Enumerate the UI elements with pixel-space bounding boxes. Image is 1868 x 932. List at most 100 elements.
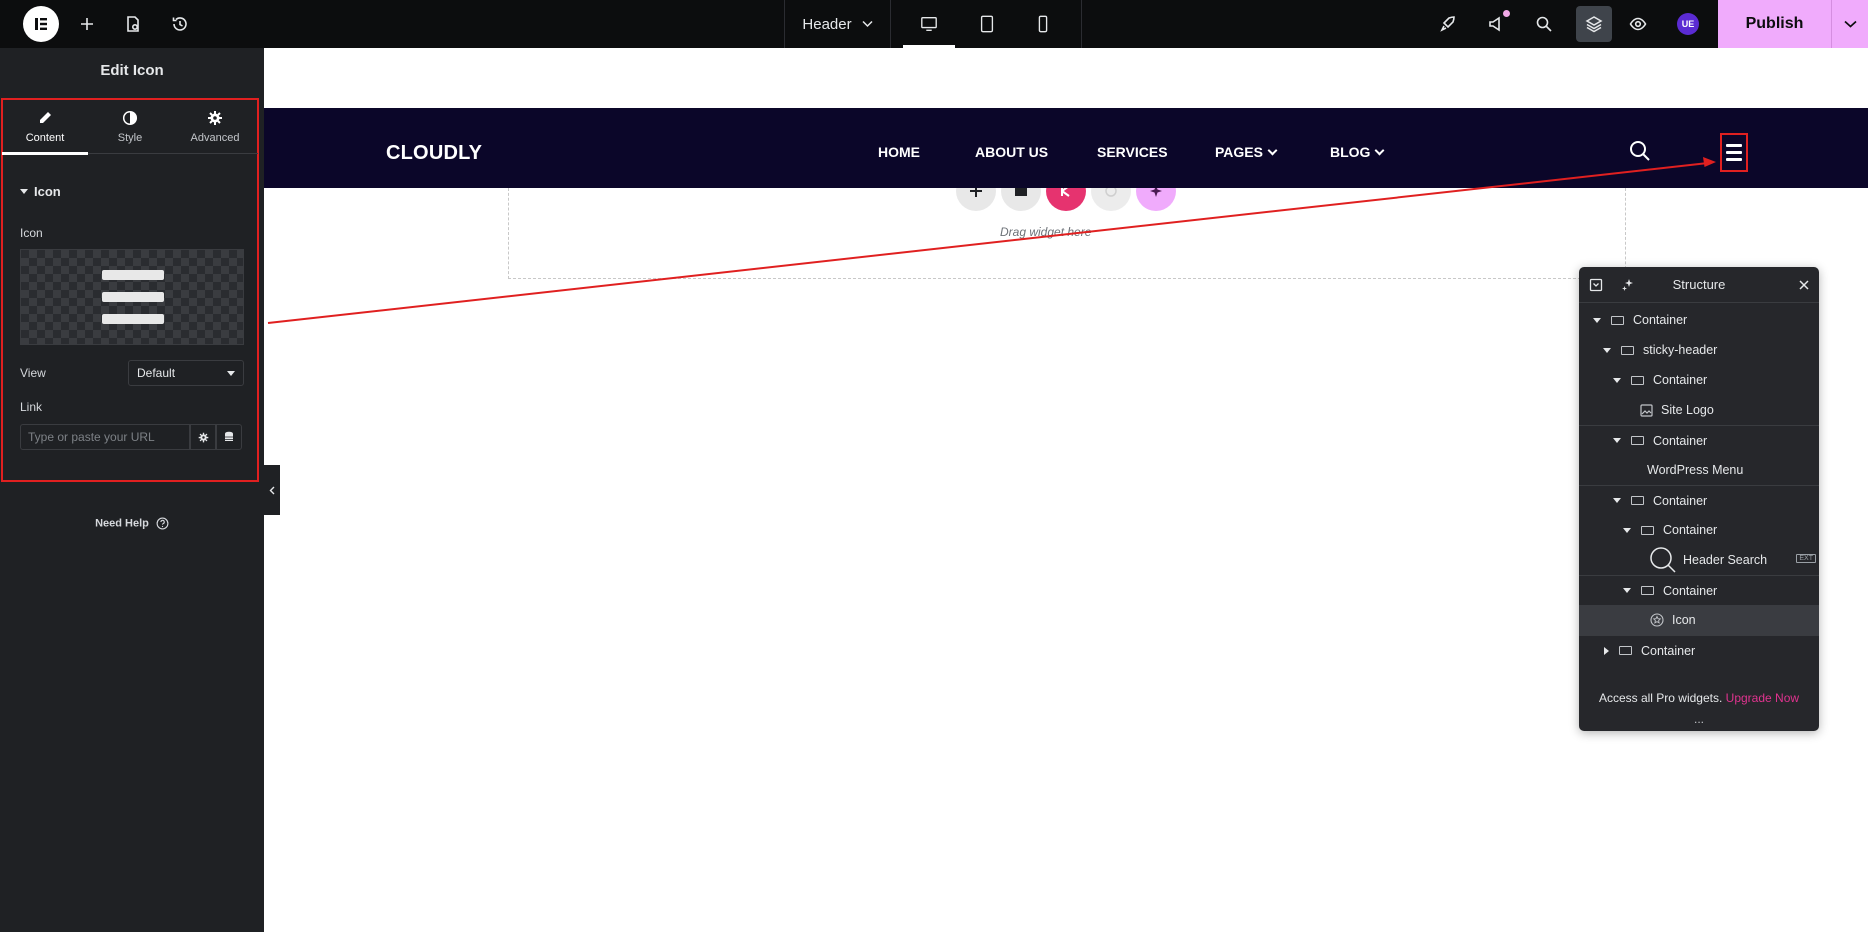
resize-grip[interactable]: ...: [1579, 713, 1819, 725]
caret-down-icon: [1603, 347, 1611, 353]
notification-dot: [1503, 10, 1510, 17]
structure-row-container[interactable]: Container: [1579, 635, 1819, 665]
search-icon[interactable]: [1532, 12, 1556, 36]
view-select[interactable]: Default: [128, 360, 244, 386]
close-icon[interactable]: [1799, 280, 1809, 290]
pro-upsell: Access all Pro widgets. Upgrade Now: [1579, 691, 1819, 705]
structure-row-site-logo[interactable]: Site Logo: [1579, 395, 1819, 425]
structure-row-icon[interactable]: Icon: [1579, 605, 1819, 635]
caret-down-icon: [1613, 377, 1621, 383]
help-icon: [156, 517, 169, 530]
menu-item-label: BLOG: [1330, 144, 1371, 160]
structure-layers-button[interactable]: [1576, 6, 1612, 42]
link-url-input[interactable]: Type or paste your URL: [20, 424, 190, 450]
structure-row-container[interactable]: Container: [1579, 575, 1819, 605]
drop-zone-hint: Drag widget here: [1000, 225, 1092, 239]
ai-sparkle-icon[interactable]: [1621, 278, 1635, 292]
site-logo[interactable]: CLOUDLY: [386, 142, 482, 165]
user-avatar-icon[interactable]: UE: [1677, 13, 1699, 35]
desktop-icon: [921, 17, 937, 31]
menu-item-home[interactable]: HOME: [878, 144, 920, 160]
need-help-link[interactable]: Need Help: [0, 517, 264, 530]
tablet-icon: [980, 15, 994, 33]
search-icon: [1650, 547, 1676, 573]
chevron-down-icon: [1267, 145, 1278, 155]
menu-item-about-us[interactable]: ABOUT US: [975, 144, 1048, 160]
menu-item-pages[interactable]: PAGES: [1215, 144, 1278, 160]
tab-label: Style: [117, 132, 143, 144]
publish-options-button[interactable]: [1831, 0, 1868, 48]
pencil-icon: [40, 112, 51, 123]
structure-row-label: WordPress Menu: [1647, 463, 1744, 477]
structure-row-sticky-header[interactable]: sticky-header: [1579, 335, 1819, 365]
history-icon[interactable]: [168, 12, 192, 36]
caret-down-icon: [1593, 317, 1601, 323]
menu-bar-icon: [102, 292, 164, 302]
tab-advanced[interactable]: Advanced: [172, 100, 258, 154]
dynamic-tags-button[interactable]: [216, 424, 242, 450]
tab-label: Advanced: [190, 132, 240, 144]
document-title-dropdown[interactable]: Header: [784, 0, 890, 48]
rocket-icon[interactable]: [1436, 12, 1460, 36]
structure-row-container[interactable]: Container: [1579, 365, 1819, 395]
menu-item-label: PAGES: [1215, 144, 1263, 160]
structure-row-container[interactable]: Container: [1579, 425, 1819, 455]
menu-bar-icon: [102, 270, 164, 280]
collapse-panel-button[interactable]: [264, 465, 280, 515]
menu-item-blog[interactable]: BLOG: [1330, 144, 1385, 160]
gear-icon: [198, 432, 208, 442]
need-help-label: Need Help: [95, 517, 149, 530]
caret-down-icon: [1613, 498, 1621, 503]
top-bar: Header UE Publish: [0, 0, 1868, 48]
view-field-label: View: [20, 366, 46, 380]
publish-button[interactable]: Publish: [1718, 0, 1831, 48]
structure-row-container[interactable]: Container: [1579, 485, 1819, 515]
structure-title: Structure: [1672, 277, 1726, 292]
structure-row-label: Header Search: [1683, 553, 1768, 567]
structure-layers-icon: [1585, 16, 1603, 33]
chevron-down-icon: [862, 20, 873, 28]
header-search-icon[interactable]: [1629, 140, 1651, 162]
container-icon: [1641, 525, 1654, 535]
mobile-view-button[interactable]: [1017, 0, 1069, 48]
edit-panel: Edit Icon Content Style Advanced Icon Ic…: [0, 48, 264, 932]
add-element-icon[interactable]: [75, 12, 99, 36]
hamburger-menu-icon[interactable]: [1720, 133, 1748, 172]
elementor-logo-icon[interactable]: [23, 6, 59, 42]
tablet-view-button[interactable]: [961, 0, 1013, 48]
upgrade-now-link[interactable]: Upgrade Now: [1726, 691, 1799, 705]
tab-label: Content: [25, 132, 65, 144]
menu-item-services[interactable]: SERVICES: [1097, 144, 1168, 160]
page-settings-icon[interactable]: [121, 12, 145, 36]
section-toggle-icon[interactable]: Icon: [20, 184, 61, 199]
icon-picker-preview[interactable]: [20, 249, 244, 345]
caret-down-icon: [20, 189, 28, 194]
link-options-button[interactable]: [190, 424, 216, 450]
structure-panel: Structure Container sticky-header Contai…: [1579, 267, 1819, 731]
structure-row-container[interactable]: Container: [1579, 305, 1819, 335]
tab-content[interactable]: Content: [2, 100, 88, 155]
structure-row-wordpress-menu[interactable]: WordPress Menu: [1579, 455, 1819, 485]
view-select-value: Default: [137, 366, 176, 380]
document-title: Header: [802, 15, 852, 33]
star-circle-icon: [1650, 613, 1664, 627]
structure-row-container[interactable]: Container: [1579, 515, 1819, 545]
section-title: Icon: [34, 184, 61, 199]
tab-style[interactable]: Style: [87, 100, 173, 154]
structure-row-label: sticky-header: [1643, 343, 1718, 357]
structure-row-label: Container: [1633, 313, 1688, 327]
structure-row-label: Container: [1653, 433, 1708, 448]
site-header[interactable]: [264, 108, 1868, 188]
structure-row-label: Container: [1663, 583, 1718, 598]
structure-row-label: Container: [1653, 493, 1708, 508]
menu-item-label: HOME: [878, 144, 920, 160]
container-icon: [1619, 646, 1632, 655]
container-icon: [1621, 345, 1634, 355]
chevron-down-icon: [1375, 145, 1385, 155]
desktop-view-button[interactable]: [903, 0, 955, 48]
preview-eye-icon[interactable]: [1626, 12, 1650, 36]
collapse-all-icon[interactable]: [1589, 278, 1603, 292]
image-icon: [1640, 403, 1653, 417]
structure-row-header-search[interactable]: Header Search EXT: [1579, 545, 1819, 575]
menu-item-label: ABOUT US: [975, 144, 1049, 160]
